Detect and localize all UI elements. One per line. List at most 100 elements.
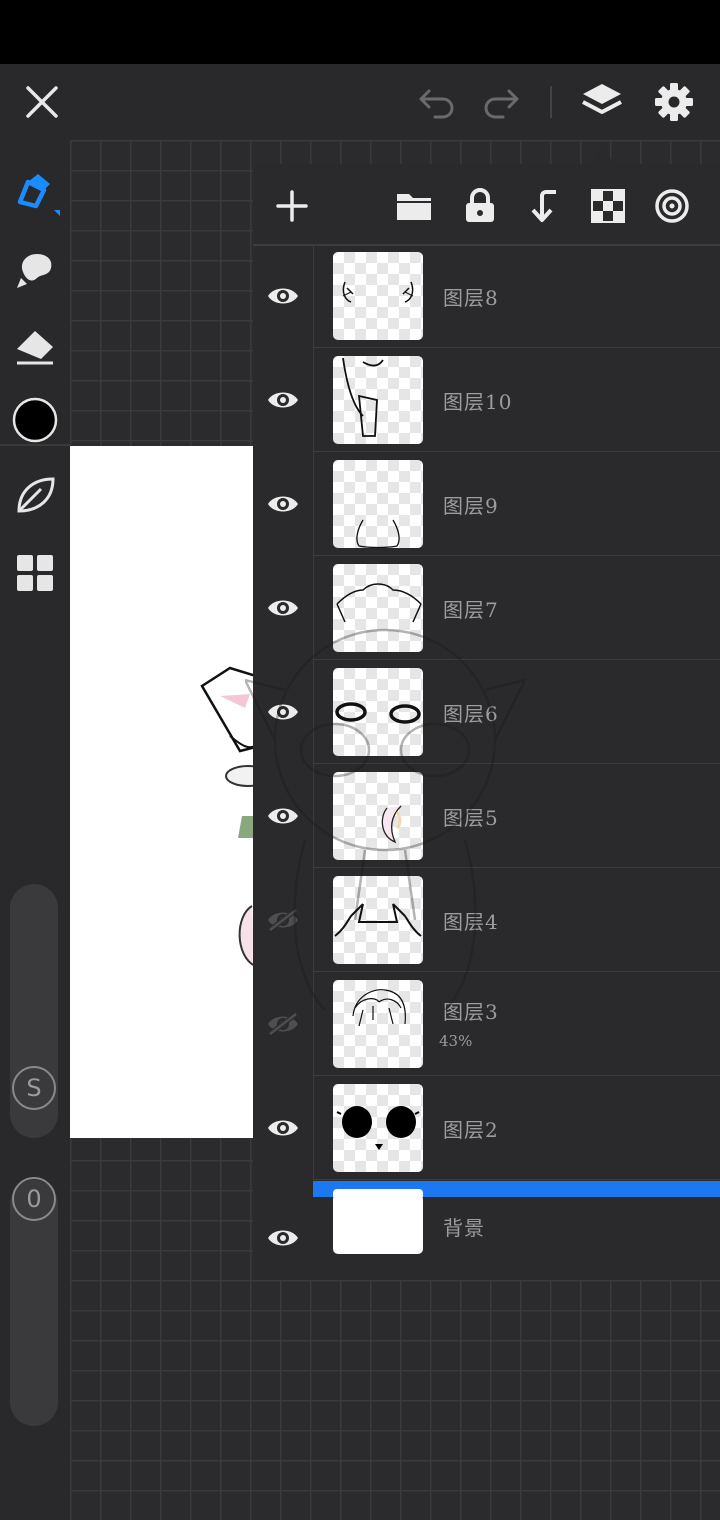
- layer-name: 图层10: [443, 390, 513, 414]
- panel-caret: [590, 146, 614, 164]
- top-toolbar: [0, 64, 720, 140]
- brush-opacity-label: 0: [12, 1177, 56, 1221]
- layer-row[interactable]: 图层2: [253, 1076, 720, 1180]
- layer-thumbnail: [333, 772, 423, 860]
- row-divider: [313, 868, 314, 972]
- visibility-toggle[interactable]: [253, 1076, 313, 1180]
- redo-button[interactable]: [476, 64, 526, 140]
- layer-name: 背景: [443, 1216, 485, 1240]
- eye-icon: [268, 1230, 298, 1246]
- eraser-icon: [17, 331, 53, 365]
- undo-icon: [419, 89, 454, 119]
- row-divider: [313, 244, 314, 348]
- eye-off-icon: [268, 908, 298, 932]
- gear-icon: [655, 83, 693, 121]
- layer-thumbnail: [333, 460, 423, 548]
- layer-row[interactable]: 图层8: [253, 244, 720, 348]
- visibility-toggle[interactable]: [253, 348, 313, 452]
- layer-thumbnail: [333, 564, 423, 652]
- layers-panel-toolbar: [253, 164, 720, 244]
- eye-icon: [268, 1120, 298, 1136]
- visibility-toggle[interactable]: [253, 556, 313, 660]
- target-icon: [655, 189, 689, 223]
- row-divider: [313, 452, 314, 556]
- layer-opacity: 43%: [439, 1032, 473, 1050]
- drawing-canvas[interactable]: [70, 446, 260, 1138]
- transparency-lock-button[interactable]: [584, 182, 632, 230]
- layers-icon: [582, 84, 622, 114]
- folder-icon: [397, 194, 431, 220]
- layer-row[interactable]: 图层3 43%: [253, 972, 720, 1076]
- eraser-tool-button[interactable]: [0, 320, 70, 370]
- eye-icon: [268, 808, 298, 824]
- row-divider: [313, 1076, 314, 1180]
- visibility-toggle-hidden[interactable]: [253, 972, 313, 1076]
- layer-row[interactable]: 图层9: [253, 452, 720, 556]
- layers-panel: 图层8 图层10 图层9 图层7 图层6 图层5 图层4 图层3 43% 图层2 背景: [253, 164, 720, 1280]
- add-layer-button[interactable]: [268, 182, 316, 230]
- visibility-toggle[interactable]: [253, 452, 313, 556]
- clipping-button[interactable]: [648, 182, 696, 230]
- layer-name: 图层7: [443, 598, 499, 622]
- layer-name: 图层3: [443, 1000, 499, 1024]
- leaf-icon: [17, 477, 55, 513]
- redo-icon: [484, 89, 519, 119]
- layer-thumbnail: [333, 1194, 423, 1254]
- grid-icon: [17, 555, 53, 591]
- visibility-toggle[interactable]: [253, 764, 313, 868]
- visibility-toggle[interactable]: [253, 660, 313, 764]
- layer-row[interactable]: 图层10: [253, 348, 720, 452]
- layer-thumbnail: [333, 1084, 423, 1172]
- materials-tool-button[interactable]: [0, 548, 70, 598]
- visibility-toggle[interactable]: [253, 244, 313, 348]
- status-bar: [0, 0, 720, 64]
- toolbar-divider: [550, 86, 552, 118]
- layer-thumbnail: [333, 252, 423, 340]
- row-divider: [313, 764, 314, 868]
- layer-name: 图层6: [443, 702, 499, 726]
- row-divider: [313, 660, 314, 764]
- row-divider: [313, 1178, 720, 1180]
- stroke-tool-button[interactable]: [0, 470, 70, 520]
- color-picker-button[interactable]: [0, 394, 70, 446]
- plus-icon: [276, 190, 308, 222]
- row-divider: [313, 556, 314, 660]
- row-divider: [313, 972, 314, 1076]
- visibility-toggle-hidden[interactable]: [253, 868, 313, 972]
- layer-thumbnail: [333, 980, 423, 1068]
- canvas-drawing: [200, 666, 260, 967]
- eye-off-icon: [268, 1012, 298, 1036]
- layer-name: 图层9: [443, 494, 499, 518]
- smudge-icon: [17, 254, 52, 288]
- eye-icon: [268, 288, 298, 304]
- checker-icon: [591, 189, 625, 223]
- layer-row[interactable]: 图层5: [253, 764, 720, 868]
- left-toolbar: S 0: [0, 140, 70, 1520]
- merge-down-button[interactable]: [520, 182, 568, 230]
- layer-row[interactable]: 背景: [253, 1186, 720, 1280]
- layer-name: 图层5: [443, 806, 499, 830]
- undo-button[interactable]: [412, 64, 462, 140]
- visibility-toggle[interactable]: [253, 1186, 313, 1280]
- close-icon: [26, 86, 58, 118]
- layer-thumbnail: [333, 356, 423, 444]
- close-button[interactable]: [14, 64, 70, 140]
- layer-row[interactable]: 图层6: [253, 660, 720, 764]
- layer-folder-button[interactable]: [390, 182, 438, 230]
- layer-row[interactable]: 图层4: [253, 868, 720, 972]
- selected-layer-thumbnail: [333, 1189, 423, 1197]
- brush-tool-button[interactable]: [0, 168, 70, 218]
- smudge-tool-button[interactable]: [0, 245, 70, 295]
- eye-icon: [268, 704, 298, 720]
- layer-name: 图层4: [443, 910, 499, 934]
- layer-row[interactable]: 图层7: [253, 556, 720, 660]
- layers-button[interactable]: [576, 64, 628, 140]
- lock-icon: [466, 188, 494, 222]
- row-divider: [313, 348, 314, 452]
- lock-layer-button[interactable]: [456, 182, 504, 230]
- merge-down-icon: [531, 190, 556, 222]
- eye-icon: [268, 496, 298, 512]
- eye-icon: [268, 392, 298, 408]
- current-color-swatch: [12, 397, 58, 443]
- settings-button[interactable]: [648, 64, 700, 140]
